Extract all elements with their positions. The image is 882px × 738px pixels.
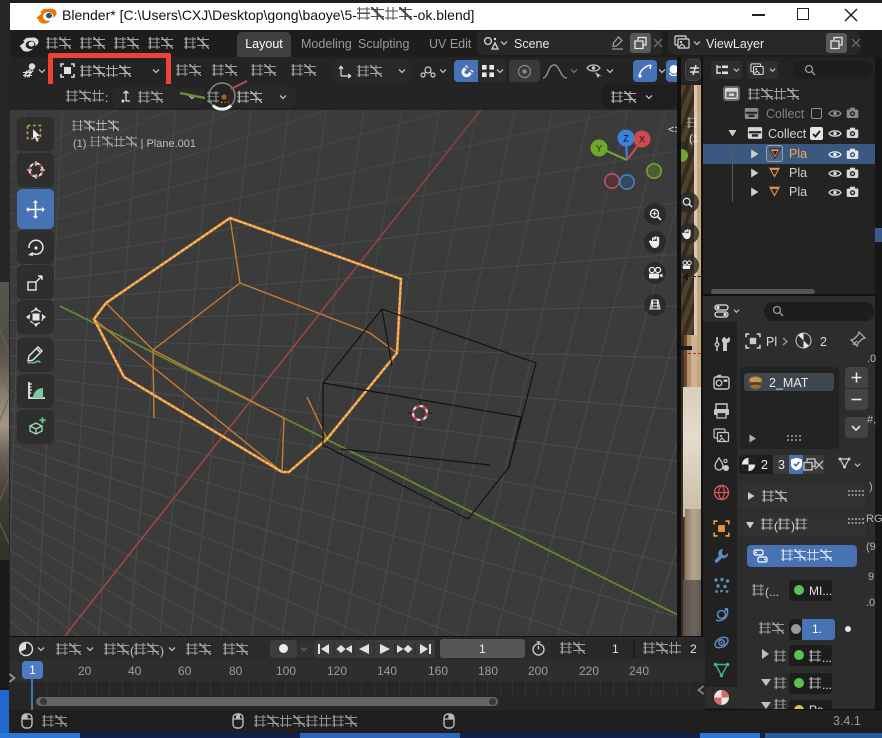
svg-text:X: X bbox=[639, 135, 646, 146]
svg-text:Z: Z bbox=[623, 134, 629, 145]
svg-text:Y: Y bbox=[596, 144, 603, 155]
